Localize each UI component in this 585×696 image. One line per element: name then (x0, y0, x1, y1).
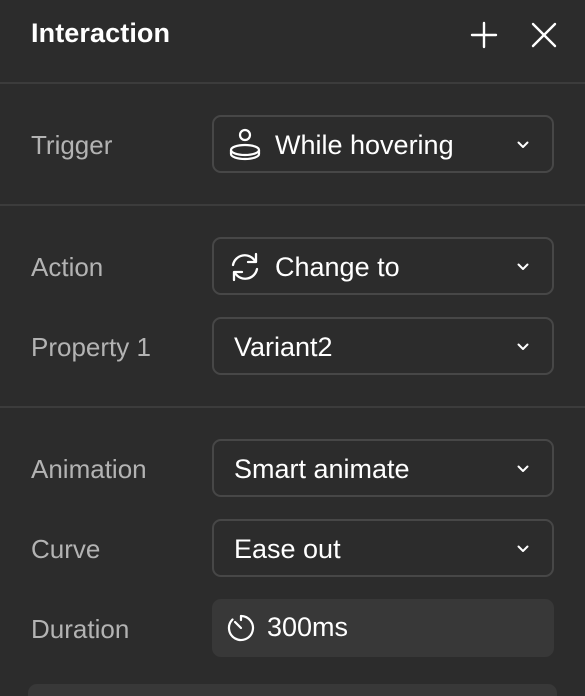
chevron-down-icon (516, 542, 530, 556)
refresh-icon (228, 250, 262, 284)
animation-label: Animation (31, 454, 147, 484)
plus-icon (470, 21, 498, 49)
panel-header: Interaction (0, 0, 585, 82)
curve-row: Curve Ease out (0, 519, 585, 579)
property1-select[interactable]: Variant2 (212, 317, 554, 375)
divider (0, 204, 585, 206)
panel-title: Interaction (31, 18, 171, 48)
action-row: Action Change to (0, 237, 585, 297)
next-field-partial[interactable] (28, 684, 557, 696)
property1-row: Property 1 Variant2 (0, 317, 585, 377)
action-value: Change to (275, 252, 400, 282)
hover-trigger-icon (228, 128, 262, 162)
duration-label: Duration (31, 614, 130, 644)
trigger-select[interactable]: While hovering (212, 115, 554, 173)
property1-label: Property 1 (31, 332, 151, 362)
add-button[interactable] (467, 18, 501, 52)
close-icon (531, 22, 557, 48)
divider (0, 82, 585, 84)
curve-label: Curve (31, 534, 101, 564)
chevron-down-icon (516, 260, 530, 274)
trigger-value: While hovering (275, 130, 454, 160)
duration-value: 300ms (267, 612, 349, 642)
trigger-row: Trigger While hovering (0, 115, 585, 175)
chevron-down-icon (516, 138, 530, 152)
animation-row: Animation Smart animate (0, 439, 585, 499)
interaction-panel: Interaction Trigger While hovering Actio… (0, 0, 585, 696)
duration-input[interactable]: 300ms (212, 599, 554, 657)
curve-select[interactable]: Ease out (212, 519, 554, 577)
action-label: Action (31, 252, 104, 282)
action-select[interactable]: Change to (212, 237, 554, 295)
duration-row: Duration 300ms (0, 599, 585, 659)
chevron-down-icon (516, 462, 530, 476)
trigger-label: Trigger (31, 130, 113, 160)
curve-value: Ease out (234, 534, 341, 564)
animation-value: Smart animate (234, 454, 410, 484)
chevron-down-icon (516, 340, 530, 354)
close-button[interactable] (527, 18, 561, 52)
timer-icon (224, 611, 258, 645)
divider (0, 406, 585, 408)
animation-select[interactable]: Smart animate (212, 439, 554, 497)
property1-value: Variant2 (234, 332, 333, 362)
